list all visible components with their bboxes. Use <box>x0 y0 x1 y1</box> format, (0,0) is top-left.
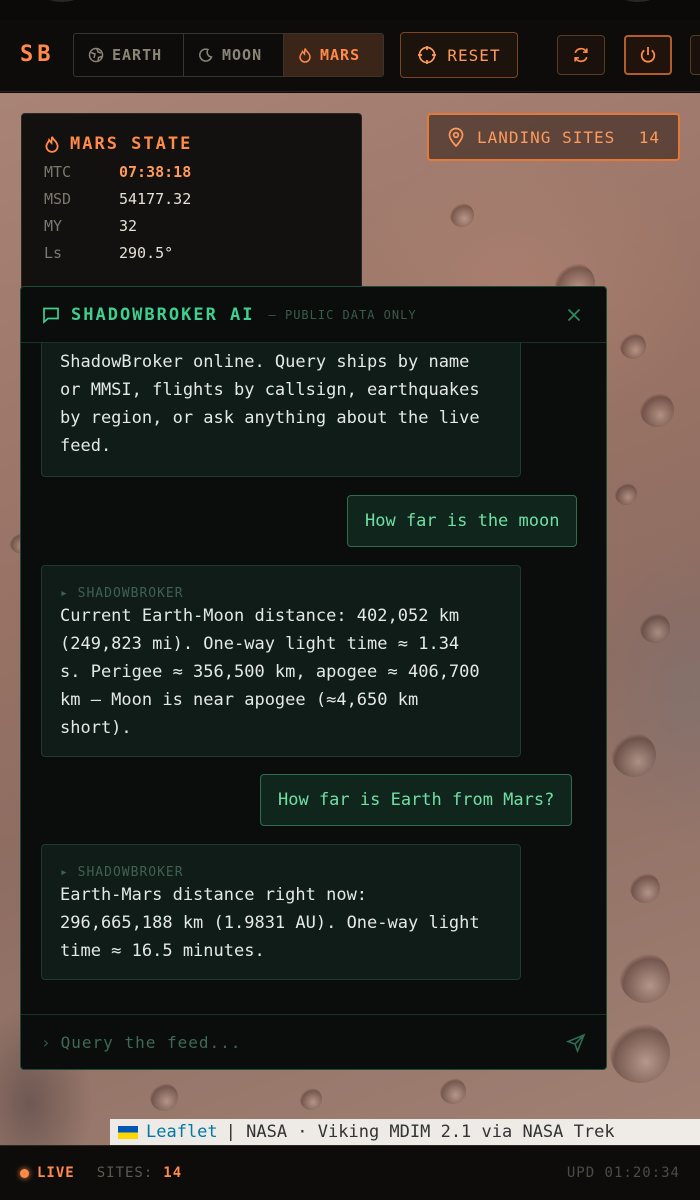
tab-moon[interactable]: MOON <box>184 34 284 76</box>
chat-input-bar: › <box>21 1014 606 1069</box>
bot-message: ShadowBroker online. Query ships by name… <box>41 343 521 477</box>
landing-sites-count: 14 <box>638 127 660 147</box>
message-line: by region, or ask anything about the liv… <box>60 408 480 428</box>
message-line: s. Perigee ≈ 356,500 km, apogee ≈ 406,70… <box>60 662 480 682</box>
state-value: 07:38:18 <box>119 163 192 181</box>
close-icon <box>567 308 581 321</box>
send-button[interactable] <box>564 1031 588 1055</box>
message-line: or MMSI, flights by callsign, earthquake… <box>60 380 480 400</box>
map-crater <box>640 393 674 427</box>
map-crater <box>620 333 646 359</box>
user-message: How far is Earth from Mars? <box>260 774 573 826</box>
map-attribution: Leaflet | NASA · Viking MDIM 2.1 via NAS… <box>110 1119 700 1145</box>
status-bar: LIVE SITES: 14 UPD 01:20:34 <box>0 1145 700 1200</box>
top-bar: SB EARTH MOON MARS RESET <box>0 20 700 92</box>
refresh-button[interactable] <box>557 35 605 75</box>
state-value: 290.5° <box>119 244 174 262</box>
planet-switcher: EARTH MOON MARS <box>73 33 384 77</box>
live-indicator-dot <box>20 1168 29 1178</box>
state-row-mtc: MTC 07:38:18 <box>44 163 339 181</box>
state-value: 32 <box>119 217 138 235</box>
state-key: Ls <box>44 244 63 262</box>
map-crater <box>440 1078 466 1104</box>
ukraine-flag-icon <box>118 1125 138 1139</box>
power-icon <box>640 47 656 63</box>
message-text: How far is Earth from Mars? <box>278 790 555 810</box>
moon-icon <box>199 48 213 62</box>
sites-label: SITES: <box>96 1165 154 1181</box>
map-crater <box>630 873 660 903</box>
chat-title: SHADOWBROKER AI <box>71 304 255 325</box>
close-button[interactable] <box>562 303 586 327</box>
map-crater <box>640 613 670 643</box>
shadowbroker-chat-panel: SHADOWBROKER AI — PUBLIC DATA ONLY Shado… <box>20 286 607 1070</box>
top-edge-decoration <box>616 0 660 2</box>
map-crater <box>610 1023 670 1083</box>
user-message: How far is the moon <box>347 495 578 547</box>
map-crater <box>150 1083 178 1111</box>
app-logo: SB <box>20 42 55 67</box>
chat-messages[interactable]: ShadowBroker online. Query ships by name… <box>21 343 606 1014</box>
chat-subtitle: — PUBLIC DATA ONLY <box>268 307 417 322</box>
map-crater <box>300 1088 322 1110</box>
live-label: LIVE <box>37 1165 75 1181</box>
crosshair-icon <box>418 46 437 64</box>
message-line: ShadowBroker online. Query ships by name <box>60 352 470 372</box>
flame-icon <box>299 48 311 63</box>
message-line: time ≈ 16.5 minutes. <box>60 941 265 961</box>
reset-button[interactable]: RESET <box>400 32 518 78</box>
mars-state-title: MARS STATE <box>70 134 193 154</box>
tab-earth-label: EARTH <box>112 46 163 64</box>
send-icon <box>566 1033 586 1053</box>
tab-moon-label: MOON <box>222 46 263 64</box>
message-line: short). <box>60 718 132 738</box>
power-button[interactable] <box>624 35 672 75</box>
map-crater <box>615 483 637 505</box>
message-line: km — Moon is near apogee (≈4,650 km <box>60 690 419 710</box>
message-line: Earth-Mars distance right now: <box>60 885 368 905</box>
refresh-icon <box>574 47 588 63</box>
tab-earth[interactable]: EARTH <box>74 34 184 76</box>
state-row-ls: Ls 290.5° <box>44 244 339 262</box>
state-value: 54177.32 <box>119 190 192 208</box>
updated-time: UPD 01:20:34 <box>566 1165 680 1181</box>
tab-mars-label: MARS <box>320 46 361 64</box>
prompt-chevron: › <box>41 1033 51 1052</box>
map-crater <box>620 953 670 1003</box>
attribution-text: | NASA · Viking MDIM 2.1 via NASA Trek <box>225 1122 615 1142</box>
top-edge-decoration <box>40 0 84 2</box>
bot-sender-label: ▸ SHADOWBROKER <box>60 865 184 880</box>
chat-header: SHADOWBROKER AI — PUBLIC DATA ONLY <box>21 287 606 343</box>
map-crater <box>450 203 474 227</box>
mars-state-header: MARS STATE <box>44 134 339 154</box>
state-key: MY <box>44 217 63 235</box>
bot-message: ▸ SHADOWBROKER Current Earth-Moon distan… <box>41 565 521 757</box>
mars-state-panel: MARS STATE MTC 07:38:18 MSD 54177.32 MY … <box>21 113 362 303</box>
map-crater <box>612 733 656 777</box>
sites-count: 14 <box>163 1165 183 1181</box>
tab-mars[interactable]: MARS <box>284 34 383 76</box>
message-line: 296,665,188 km (1.9831 AU). One-way ligh… <box>60 913 480 933</box>
message-text: How far is the moon <box>365 511 560 531</box>
message-line: Current Earth-Moon distance: 402,052 km <box>60 606 460 626</box>
state-key: MSD <box>44 190 72 208</box>
bot-sender-label: ▸ SHADOWBROKER <box>60 586 184 601</box>
top-edge <box>0 0 700 20</box>
globe-icon <box>88 47 104 63</box>
bot-message: ▸ SHADOWBROKER Earth-Mars distance right… <box>41 844 521 980</box>
message-line: (249,823 mi). One-way light time ≈ 1.34 <box>60 634 460 654</box>
state-row-msd: MSD 54177.32 <box>44 190 339 208</box>
landing-sites-label: LANDING SITES <box>477 127 616 147</box>
menu-button[interactable] <box>690 35 700 75</box>
leaflet-link[interactable]: Leaflet <box>146 1122 218 1142</box>
chat-bubble-icon <box>43 307 59 324</box>
state-row-my: MY 32 <box>44 217 339 235</box>
message-line: feed. <box>60 436 112 456</box>
landing-sites-button[interactable]: LANDING SITES 14 <box>427 113 680 161</box>
map-pin-icon <box>448 127 464 147</box>
reset-label: RESET <box>447 45 501 65</box>
state-key: MTC <box>44 163 72 181</box>
query-input[interactable] <box>60 1033 554 1052</box>
flame-icon <box>45 136 59 153</box>
